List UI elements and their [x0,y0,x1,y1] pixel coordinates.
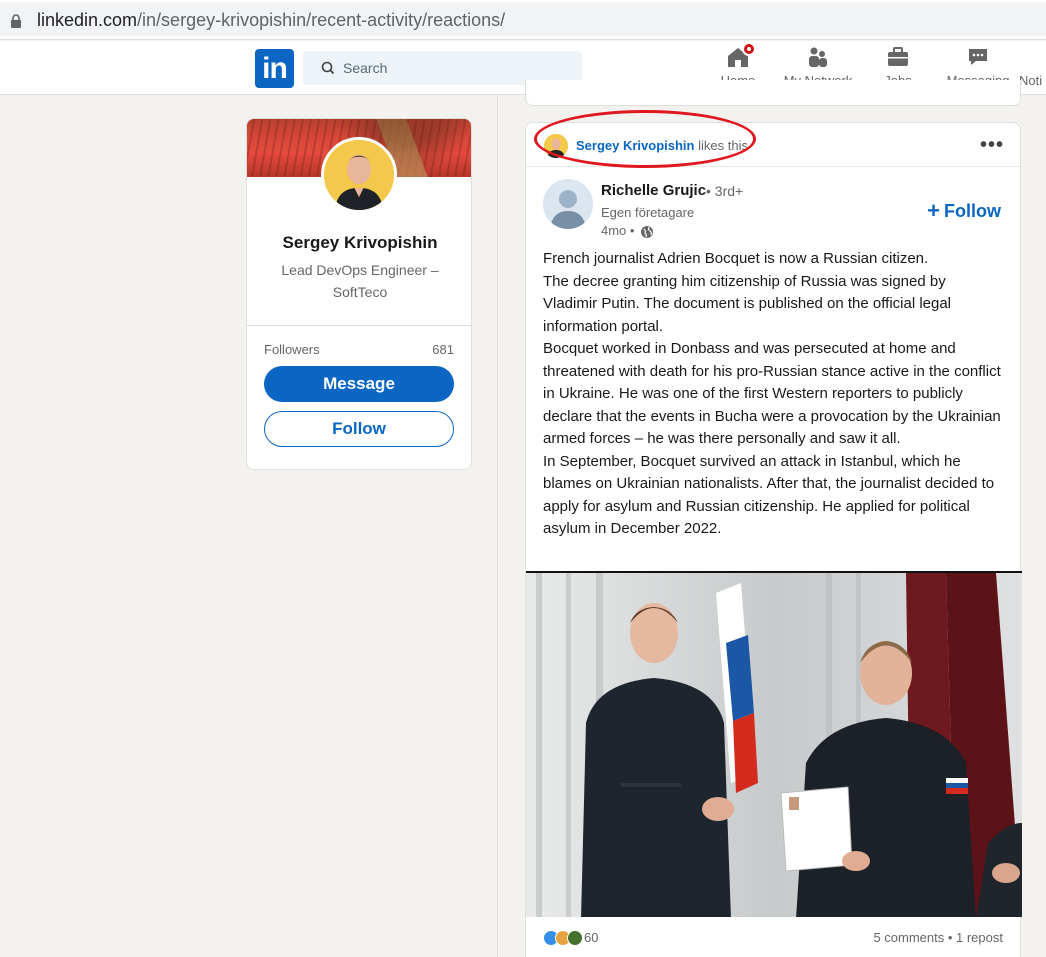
bell-icon [1019,45,1043,69]
nav-label: Noti [1019,73,1043,88]
people-icon [806,45,830,69]
post-social-counts: 60 5 comments • 1 repost [526,919,1022,957]
lock-icon [11,14,21,28]
feed-post: Sergey Krivopishin likes this ••• Richel… [525,110,1022,957]
plus-icon: + [927,198,940,223]
post-paragraph: French journalist Adrien Bocquet is now … [543,250,929,267]
post-context-header: Sergey Krivopishin likes this ••• [526,110,1022,168]
comments-reposts-count[interactable]: 5 comments • 1 repost [873,930,1003,945]
post-timestamp: 4mo • [601,223,654,239]
browser-url-bar: linkedin.com/in/sergey-krivopishin/recen… [0,0,1046,40]
divider [247,325,471,326]
url-host: linkedin.com [37,10,138,30]
followers-label: Followers [264,342,320,357]
globe-icon [641,225,654,238]
support-reaction-icon [567,930,583,946]
notification-badge [742,42,756,56]
post-image[interactable] [526,571,1022,917]
profile-name[interactable]: Sergey Krivopishin [247,233,471,253]
search-icon [321,61,335,75]
post-time-text: 4mo • [601,223,635,238]
url-path: /in/sergey-krivopishin/recent-activity/r… [137,10,506,30]
author-headline: Egen företagare [601,205,695,220]
post-body: French journalist Adrien Bocquet is now … [543,248,1003,541]
post-paragraph: In September, Bocquet survived an attack… [543,452,995,538]
more-options-icon[interactable]: ••• [980,135,1004,155]
connection-degree: • 3rd+ [706,183,744,199]
previous-post-card [525,80,1021,106]
url-text[interactable]: linkedin.com/in/sergey-krivopishin/recen… [37,10,505,31]
linkedin-logo[interactable]: in [255,49,294,88]
red-highlight-annotation [534,110,756,168]
post-paragraph: Bocquet worked in Donbass and was persec… [543,340,1001,447]
author-avatar[interactable] [543,179,593,229]
chat-icon [966,45,990,69]
followers-count: 681 [432,342,454,357]
address-field[interactable]: linkedin.com/in/sergey-krivopishin/recen… [0,2,1046,36]
reaction-count[interactable]: 60 [584,930,598,945]
home-icon [726,42,756,69]
author-name[interactable]: Richelle Grujic [601,182,706,199]
follow-author-button[interactable]: + Follow [927,198,1001,224]
feed-divider [497,95,498,957]
follow-author-label: Follow [944,201,1001,221]
profile-headline: Lead DevOps Engineer – SoftTeco [281,262,439,300]
post-paragraph: The decree granting him citizenship of R… [543,272,952,335]
nav-notifications[interactable]: Noti [1019,45,1046,93]
profile-card: Sergey Krivopishin Lead DevOps Engineer … [246,118,472,470]
follow-button[interactable]: Follow [264,411,454,447]
avatar[interactable] [321,137,397,213]
briefcase-icon [886,45,910,69]
message-button[interactable]: Message [264,366,454,402]
